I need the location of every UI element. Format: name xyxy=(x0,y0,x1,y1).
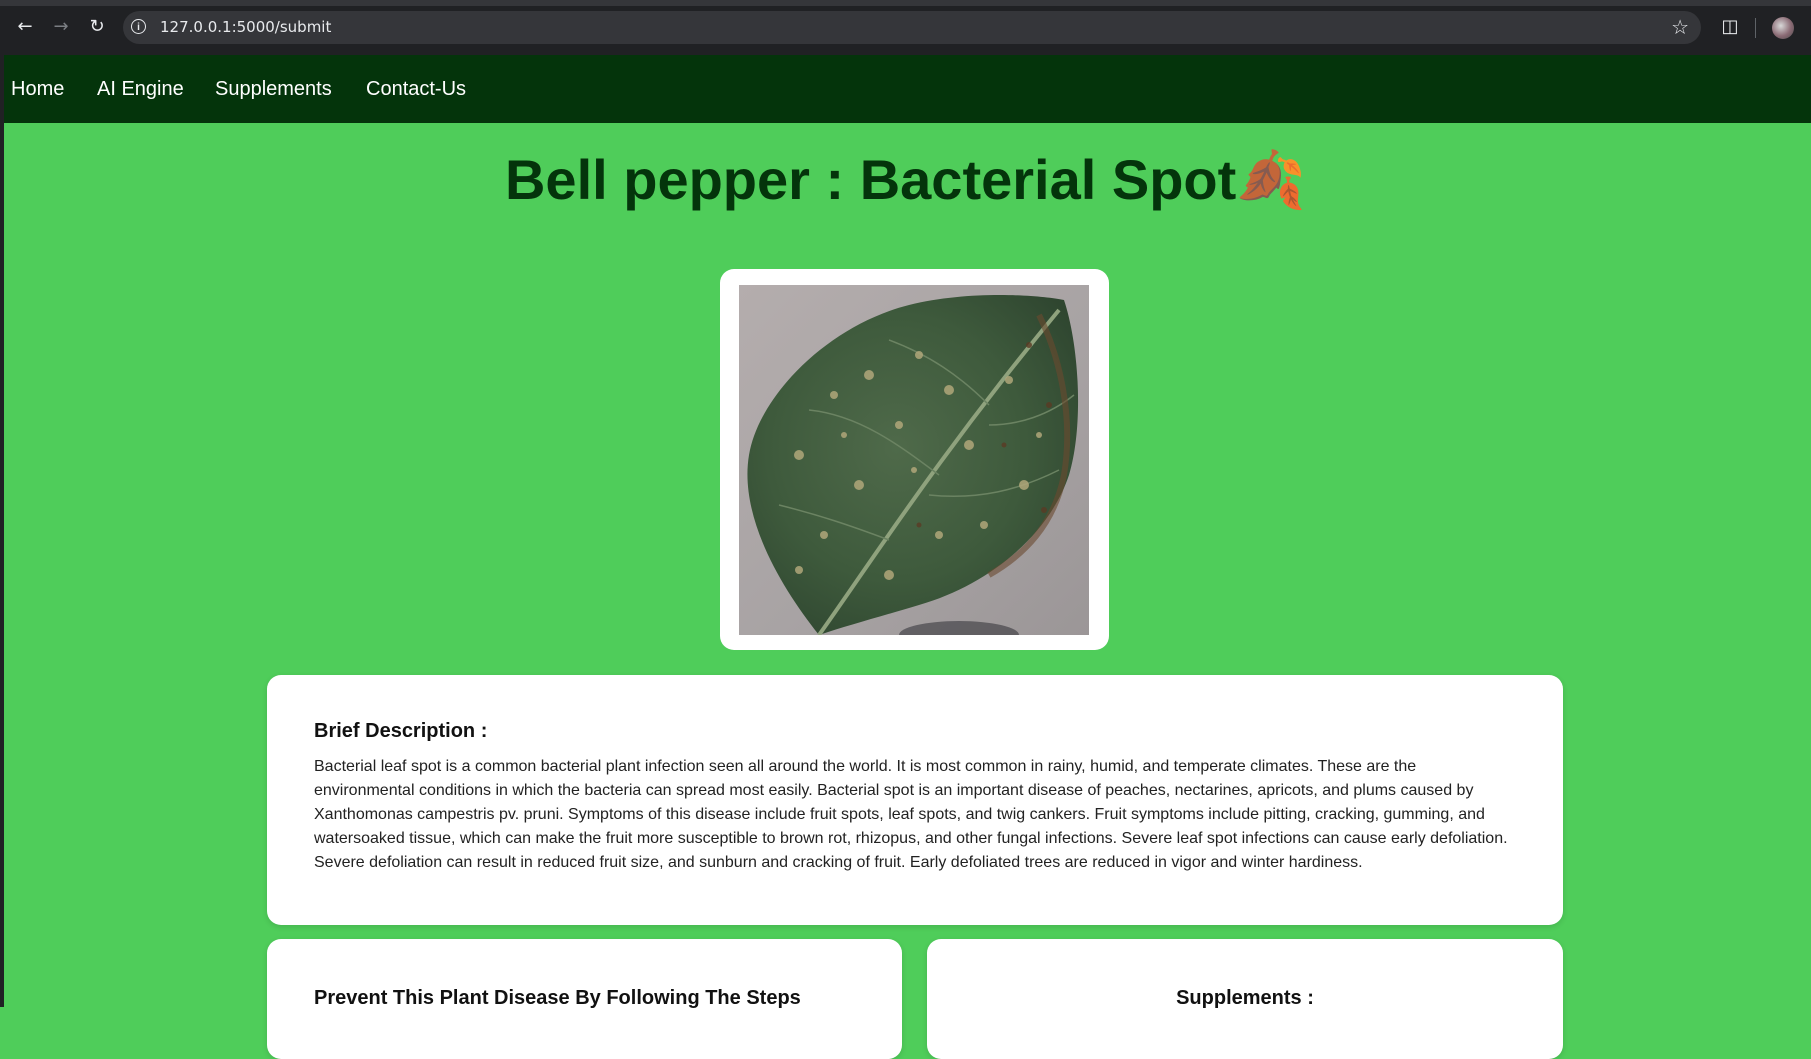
nav-link-supplements[interactable]: Supplements xyxy=(215,55,332,123)
leaf-illustration xyxy=(747,295,1079,635)
extensions-icon[interactable]: ◫ xyxy=(1717,14,1743,40)
profile-avatar[interactable] xyxy=(1772,17,1794,39)
browser-toolbar: ← → ↻ i 127.0.0.1:5000/submit ☆ ◫ xyxy=(0,0,1811,55)
diseased-leaf-image xyxy=(739,285,1089,635)
page-title: Bell pepper : Bacterial Spot🍂 xyxy=(0,146,1811,215)
tab-strip xyxy=(0,0,1811,6)
description-heading: Brief Description : xyxy=(314,720,488,742)
nav-link-contact-us[interactable]: Contact-Us xyxy=(366,55,466,123)
bookmark-star-icon[interactable]: ☆ xyxy=(1671,15,1689,39)
back-icon[interactable]: ← xyxy=(12,14,38,40)
reload-icon[interactable]: ↻ xyxy=(84,14,110,40)
leaf-image-card xyxy=(720,269,1109,650)
description-text: Bacterial leaf spot is a common bacteria… xyxy=(314,758,1508,871)
url-text[interactable]: 127.0.0.1:5000/submit xyxy=(160,11,331,44)
nav-link-ai-engine[interactable]: AI Engine xyxy=(97,55,184,123)
nav-link-home[interactable]: Home xyxy=(11,55,64,123)
toolbar-divider xyxy=(1755,18,1756,38)
supplements-card: Supplements : xyxy=(927,939,1563,1059)
site-navbar: Home AI Engine Supplements Contact-Us xyxy=(4,55,1811,123)
fallen-leaf-icon: 🍂 xyxy=(1236,148,1306,213)
address-bar[interactable]: i 127.0.0.1:5000/submit ☆ xyxy=(123,11,1701,44)
forward-icon[interactable]: → xyxy=(48,14,74,40)
description-card: Brief Description : Bacterial leaf spot … xyxy=(267,675,1563,925)
site-info-icon[interactable]: i xyxy=(131,19,146,34)
page-title-text: Bell pepper : Bacterial Spot xyxy=(504,148,1237,211)
prevention-card: Prevent This Plant Disease By Following … xyxy=(267,939,902,1059)
